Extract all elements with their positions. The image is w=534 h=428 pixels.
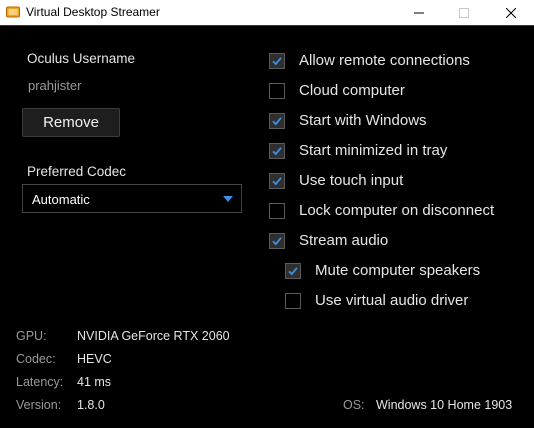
option-virtual-audio-driver[interactable]: Use virtual audio driver [285,292,468,309]
check-icon [272,146,282,155]
option-touch-input[interactable]: Use touch input [269,172,403,189]
title-bar[interactable]: Virtual Desktop Streamer [0,0,534,25]
option-label: Lock computer on disconnect [299,202,495,219]
check-icon [272,176,282,185]
os-label: OS: [343,398,365,412]
codec-info-label: Codec: [16,352,56,366]
lock-on-disconnect-checkbox[interactable] [269,202,285,219]
app-icon [6,5,20,19]
option-stream-audio[interactable]: Stream audio [269,232,388,249]
codec-select-value: Automatic [32,192,90,207]
window-title: Virtual Desktop Streamer [26,5,160,19]
latency-label: Latency: [16,375,64,389]
cloud-computer-checkbox[interactable] [269,82,285,99]
app-window: Virtual Desktop Streamer Oculus Username… [0,0,534,428]
option-label: Allow remote connections [299,52,470,69]
codec-select[interactable]: Automatic [22,184,242,213]
option-lock-on-disconnect[interactable]: Lock computer on disconnect [269,202,494,219]
option-mute-speakers[interactable]: Mute computer speakers [285,262,480,279]
check-icon [288,266,298,275]
start-with-windows-checkbox[interactable] [269,112,285,129]
stream-audio-checkbox[interactable] [269,232,285,249]
codec-info-value: HEVC [77,352,112,366]
close-icon [506,7,516,18]
option-cloud-computer[interactable]: Cloud computer [269,82,405,99]
option-label: Use virtual audio driver [315,292,469,309]
option-start-minimized[interactable]: Start minimized in tray [269,142,447,159]
minimize-button[interactable] [396,0,442,25]
option-label: Mute computer speakers [315,262,481,279]
os-value: Windows 10 Home 1903 [376,398,513,412]
close-button[interactable] [488,0,534,25]
remove-button[interactable]: Remove [22,108,120,137]
check-icon [272,236,282,245]
option-label: Use touch input [299,172,404,189]
check-icon [272,56,282,65]
start-minimized-checkbox[interactable] [269,142,285,159]
latency-value: 41 ms [77,375,112,389]
option-label: Start with Windows [299,112,427,129]
option-label: Start minimized in tray [299,142,448,159]
allow-remote-checkbox[interactable] [269,52,285,69]
option-label: Cloud computer [299,82,405,99]
gpu-value: NVIDIA GeForce RTX 2060 [77,329,230,343]
touch-input-checkbox[interactable] [269,172,285,189]
option-start-with-windows[interactable]: Start with Windows [269,112,427,129]
username-value: prahjister [28,78,82,93]
codec-label: Preferred Codec [27,164,127,179]
chevron-down-icon [223,196,233,202]
check-icon [272,116,282,125]
option-label: Stream audio [299,232,389,249]
maximize-button[interactable] [441,0,487,25]
title-divider [0,25,534,26]
version-value: 1.8.0 [77,398,105,412]
virtual-audio-driver-checkbox[interactable] [285,292,301,309]
version-label: Version: [16,398,62,412]
minimize-icon [414,12,424,13]
username-label: Oculus Username [27,51,136,66]
maximize-icon [459,7,469,18]
option-allow-remote[interactable]: Allow remote connections [269,52,470,69]
mute-speakers-checkbox[interactable] [285,262,301,279]
gpu-label: GPU: [16,329,47,343]
